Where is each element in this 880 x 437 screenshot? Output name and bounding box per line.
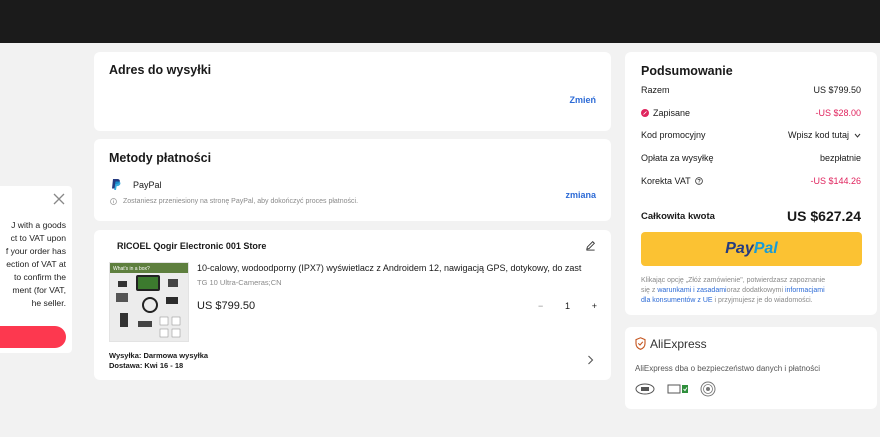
vat-info-popup: J with a goods ct to VAT upon f your ord… (0, 186, 72, 353)
summary-row-promo: Kod promocyjny Wpisz kod tutaj (641, 128, 861, 142)
shield-icon (635, 337, 646, 350)
summary-row-subtotal: Razem US $799.50 (641, 83, 861, 97)
product-variant[interactable]: TG 10 Ultra-Cameras;CN (197, 278, 282, 287)
verified-badge-icon (667, 384, 688, 394)
popup-text-line: J with a goods (11, 220, 66, 230)
shipping-address-card: Adres do wysyłki Zmień (94, 52, 611, 131)
delivery-date-label: Dostawa: Kwi 16 - 18 (109, 361, 184, 370)
terms-text: oraz dodatkowymi (726, 287, 784, 294)
quantity-stepper: − 1 + (538, 298, 597, 314)
popup-text-line: ct to VAT upon (10, 233, 66, 243)
trust-description: AliExpress dba o bezpieczeństwo danych i… (635, 364, 820, 373)
additional-info-link[interactable]: informacjami (785, 287, 825, 294)
edit-icon[interactable] (585, 240, 596, 251)
product-price: US $799.50 (197, 300, 256, 312)
paypal-logo-icon (112, 179, 121, 190)
summary-row-label: Razem (641, 85, 670, 95)
summary-row-label: Opłata za wysyłkę (641, 153, 714, 163)
quantity-value[interactable]: 1 (565, 301, 570, 311)
shipping-title: Adres do wysyłki (109, 63, 212, 77)
chevron-down-icon (854, 133, 861, 138)
trust-brand: AliExpress (650, 337, 707, 351)
store-name[interactable]: RICOEL Qogir Electronic 001 Store (117, 241, 266, 251)
summary-row-vat: Korekta VAT -US $144.26 (641, 174, 861, 188)
terms-line-3: dla konsumentów z UE i przyjmujesz je do… (641, 296, 865, 306)
top-bar (0, 0, 880, 43)
terms-note: Klikając opcję „Złóż zamówienie", potwie… (641, 276, 865, 306)
summary-row-value: -US $144.26 (810, 176, 861, 186)
summary-row-shipping: Opłata za wysyłkę bezpłatnie (641, 151, 861, 165)
summary-row-label: Kod promocyjny (641, 130, 706, 140)
summary-row-label: Korekta VAT (641, 176, 691, 186)
summary-row-value: bezpłatnie (819, 153, 861, 163)
change-address-link[interactable]: Zmień (569, 95, 596, 105)
order-summary-card: Podsumowanie Razem US $799.50 Zapisane -… (625, 52, 877, 315)
close-icon[interactable] (52, 192, 66, 206)
terms-text: się z (641, 287, 656, 294)
total-value: US $627.24 (787, 208, 861, 224)
summary-title: Podsumowanie (641, 64, 733, 78)
terms-line: Klikając opcję „Złóż zamówienie", potwie… (641, 277, 826, 284)
terms-text: i przyjmujesz je do wiadomości. (714, 297, 813, 304)
discount-icon (641, 109, 649, 117)
popup-text-line: ection of VAT at (6, 259, 66, 269)
popup-text-line: f your order has (5, 246, 66, 256)
terms-line-2: się z warunkami i zasadamioraz dodatkowy… (641, 286, 865, 296)
change-payment-link[interactable]: zmiana (565, 190, 596, 200)
shipping-method-label: Wysyłka: Darmowa wysyłka (109, 351, 209, 360)
summary-row-label: Zapisane (653, 108, 691, 118)
product-title[interactable]: 10-calowy, wodoodporny (IPX7) wyświetlac… (197, 263, 581, 273)
increase-quantity-button[interactable]: + (592, 301, 597, 311)
certificate-badge-icon (700, 381, 716, 397)
payment-method-name: PayPal (133, 180, 162, 190)
image-caption: What's in a box? (113, 266, 150, 272)
promo-code-placeholder: Wpisz kod tutaj (787, 130, 849, 140)
vat-label-wrap: Korekta VAT (641, 176, 703, 186)
popup-text-line: ment (for VAT, (12, 285, 66, 295)
product-image[interactable]: What's in a box? (109, 262, 189, 342)
help-icon[interactable] (694, 177, 703, 185)
chevron-right-icon[interactable] (587, 355, 594, 365)
popup-text-line: he seller. (31, 298, 66, 308)
popup-confirm-button[interactable] (0, 326, 66, 348)
total-label: Całkowita kwota (641, 211, 715, 222)
summary-row-value: US $799.50 (813, 85, 861, 95)
popup-text-line: to confirm the (13, 272, 66, 282)
payment-methods-card: Metody płatności PayPal zmiana Zostanies… (94, 139, 611, 221)
paypal-button-text-b: Pal (753, 240, 778, 257)
paypal-checkout-button[interactable]: Pay Pal (641, 232, 862, 266)
decrease-quantity-button[interactable]: − (538, 301, 543, 311)
terms-conditions-link[interactable]: warunkami i zasadami (657, 287, 726, 294)
summary-row-saved: Zapisane -US $28.00 (641, 106, 861, 120)
paypal-button-text-a: Pay (725, 240, 754, 257)
product-illustration: What's in a box? (110, 263, 188, 338)
eu-consumers-link[interactable]: dla konsumentów z UE (641, 297, 713, 304)
summary-row-value: -US $28.00 (815, 108, 861, 118)
payment-redirect-note: Zostaniesz przeniesiony na stronę PayPal… (123, 198, 359, 205)
trust-card: AliExpress AliExpress dba o bezpieczeńst… (625, 327, 877, 409)
saved-label-wrap: Zapisane (641, 108, 690, 118)
info-icon (110, 198, 117, 205)
security-badge-icon (635, 383, 655, 395)
promo-code-dropdown[interactable]: Wpisz kod tutaj (788, 130, 861, 140)
payment-title: Metody płatności (109, 151, 212, 165)
